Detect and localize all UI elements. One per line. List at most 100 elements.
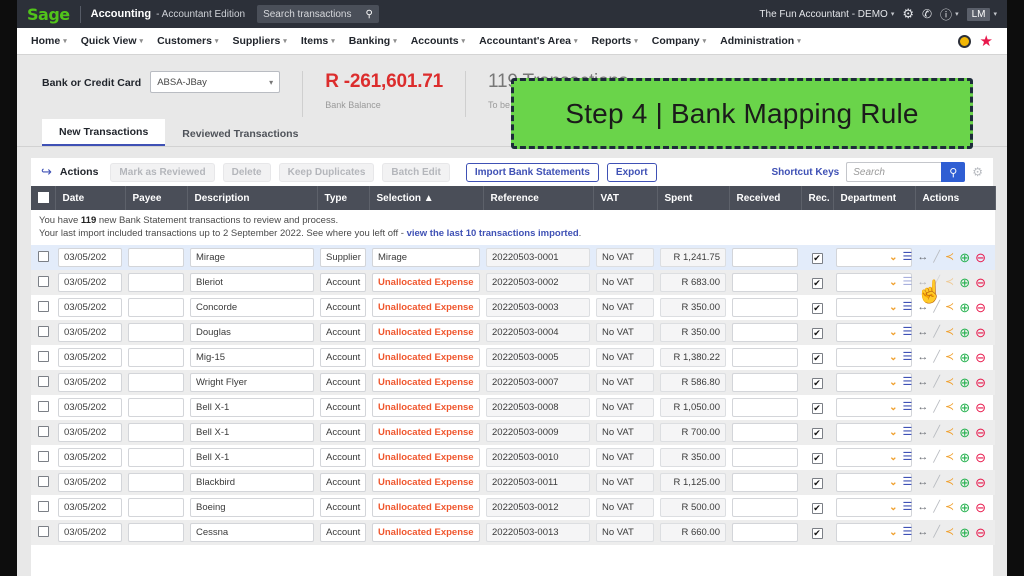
vat-value[interactable]: No VAT — [596, 498, 654, 517]
add-icon[interactable]: ⊕ — [959, 301, 970, 314]
received-value[interactable] — [732, 298, 798, 317]
add-icon[interactable]: ⊕ — [959, 276, 970, 289]
arrows-horizontal-icon[interactable]: ↔ — [917, 477, 928, 488]
spent-cell[interactable]: R 350.00 — [657, 320, 729, 345]
received-value[interactable] — [732, 398, 798, 417]
arrows-horizontal-icon[interactable]: ↔ — [917, 327, 928, 338]
rec-cell[interactable]: ✔ — [801, 520, 833, 545]
type-value[interactable]: Account — [320, 523, 366, 542]
list-icon[interactable]: ☰ — [902, 452, 912, 463]
date-value[interactable]: 03/05/202 — [58, 498, 122, 517]
spent-cell[interactable]: R 1,380.22 — [657, 345, 729, 370]
received-cell[interactable] — [729, 420, 801, 445]
bank-account-select[interactable]: ABSA-JBay ▾ — [150, 71, 280, 93]
list-icon[interactable]: ☰ — [902, 477, 912, 488]
payee-value[interactable] — [128, 373, 184, 392]
add-icon[interactable]: ⊕ — [959, 526, 970, 539]
grid-search[interactable]: Search ⚲ — [846, 162, 965, 182]
chevron-down-icon[interactable]: ⌄ — [889, 303, 897, 313]
chevron-down-icon[interactable]: ⌄ — [889, 503, 897, 513]
date-cell[interactable]: 03/05/202 — [55, 295, 125, 320]
type-cell[interactable]: Account — [317, 395, 369, 420]
remove-icon[interactable]: ⊖ — [975, 301, 986, 314]
menu-item-home[interactable]: Home▾ — [31, 35, 67, 47]
spent-cell[interactable]: R 586.80 — [657, 370, 729, 395]
table-row[interactable]: 03/05/202BleriotAccountUnallocated Expen… — [31, 270, 995, 295]
undo-icon[interactable]: ↩ — [41, 164, 52, 180]
tab-reviewed-transactions[interactable]: Reviewed Transactions — [165, 121, 315, 146]
selection-value[interactable]: Unallocated Expense — [372, 498, 480, 517]
description-cell[interactable]: Bell X-1 — [187, 420, 317, 445]
selection-value[interactable]: Unallocated Expense — [372, 523, 480, 542]
menu-item-customers[interactable]: Customers▾ — [157, 35, 218, 47]
batch-edit-button[interactable]: Batch Edit — [382, 163, 449, 182]
description-value[interactable]: Bell X-1 — [190, 448, 314, 467]
department-value[interactable] — [836, 473, 912, 492]
view-last-imported-link[interactable]: view the last 10 transactions imported — [407, 228, 579, 239]
description-cell[interactable]: Mig-15 — [187, 345, 317, 370]
spent-value[interactable]: R 586.80 — [660, 373, 726, 392]
actions-cell[interactable]: ⌄☰↔╱≺⊕⊖ — [915, 395, 995, 420]
type-value[interactable]: Account — [320, 398, 366, 417]
date-value[interactable]: 03/05/202 — [58, 373, 122, 392]
table-row[interactable]: 03/05/202Bell X-1AccountUnallocated Expe… — [31, 445, 995, 470]
date-value[interactable]: 03/05/202 — [58, 448, 122, 467]
rec-checkbox[interactable]: ✔ — [812, 478, 823, 489]
help-icon[interactable]: ⓘ — [940, 6, 952, 23]
menu-item-accounts[interactable]: Accounts▾ — [411, 35, 465, 47]
vat-value[interactable]: No VAT — [596, 398, 654, 417]
actions-cell[interactable]: ⌄☰↔╱≺⊕⊖ — [915, 495, 995, 520]
add-icon[interactable]: ⊕ — [959, 451, 970, 464]
spent-cell[interactable]: R 1,050.00 — [657, 395, 729, 420]
spent-value[interactable]: R 683.00 — [660, 273, 726, 292]
delete-button[interactable]: Delete — [223, 163, 271, 182]
vat-value[interactable]: No VAT — [596, 423, 654, 442]
row-checkbox[interactable] — [38, 451, 49, 462]
row-checkbox[interactable] — [38, 276, 49, 287]
list-icon[interactable]: ☰ — [902, 352, 912, 363]
arrows-horizontal-icon[interactable]: ↔ — [917, 452, 928, 463]
chevron-down-icon[interactable]: ⌄ — [889, 453, 897, 463]
export-button[interactable]: Export — [607, 163, 657, 182]
chevron-down-icon[interactable]: ⌄ — [889, 353, 897, 363]
split-icon[interactable]: ≺ — [945, 277, 954, 288]
received-cell[interactable] — [729, 320, 801, 345]
arrows-horizontal-icon[interactable]: ↔ — [917, 427, 928, 438]
type-value[interactable]: Account — [320, 498, 366, 517]
global-search-input[interactable]: Search transactions — [263, 9, 351, 20]
row-checkbox[interactable] — [38, 251, 49, 262]
col-received[interactable]: Received — [729, 186, 801, 210]
received-cell[interactable] — [729, 395, 801, 420]
received-value[interactable] — [732, 498, 798, 517]
type-cell[interactable]: Account — [317, 270, 369, 295]
description-cell[interactable]: Bell X-1 — [187, 395, 317, 420]
menu-item-reports[interactable]: Reports▾ — [592, 35, 638, 47]
rec-checkbox[interactable]: ✔ — [812, 278, 823, 289]
received-cell[interactable] — [729, 520, 801, 545]
rec-cell[interactable]: ✔ — [801, 345, 833, 370]
description-cell[interactable]: Wright Flyer — [187, 370, 317, 395]
type-value[interactable]: Account — [320, 373, 366, 392]
description-cell[interactable]: Cessna — [187, 520, 317, 545]
payee-value[interactable] — [128, 423, 184, 442]
spent-value[interactable]: R 350.00 — [660, 323, 726, 342]
avatar[interactable]: LM — [967, 8, 991, 21]
remove-icon[interactable]: ⊖ — [975, 451, 986, 464]
type-cell[interactable]: Account — [317, 345, 369, 370]
list-icon[interactable]: ☰ — [902, 302, 912, 313]
row-select-cell[interactable] — [31, 320, 55, 345]
chevron-down-icon[interactable]: ⌄ — [889, 253, 897, 263]
arrows-horizontal-icon[interactable]: ↔ — [917, 252, 928, 263]
list-icon[interactable]: ☰ — [902, 377, 912, 388]
vat-cell[interactable]: No VAT — [593, 295, 657, 320]
list-icon[interactable]: ☰ — [902, 527, 912, 538]
date-value[interactable]: 03/05/202 — [58, 398, 122, 417]
col-type[interactable]: Type — [317, 186, 369, 210]
row-select-cell[interactable] — [31, 270, 55, 295]
description-cell[interactable]: Blackbird — [187, 470, 317, 495]
row-select-cell[interactable] — [31, 420, 55, 445]
row-select-cell[interactable] — [31, 495, 55, 520]
table-row[interactable]: 03/05/202Mig-15AccountUnallocated Expens… — [31, 345, 995, 370]
table-row[interactable]: 03/05/202BoeingAccountUnallocated Expens… — [31, 495, 995, 520]
mark-as-reviewed-button[interactable]: Mark as Reviewed — [110, 163, 214, 182]
